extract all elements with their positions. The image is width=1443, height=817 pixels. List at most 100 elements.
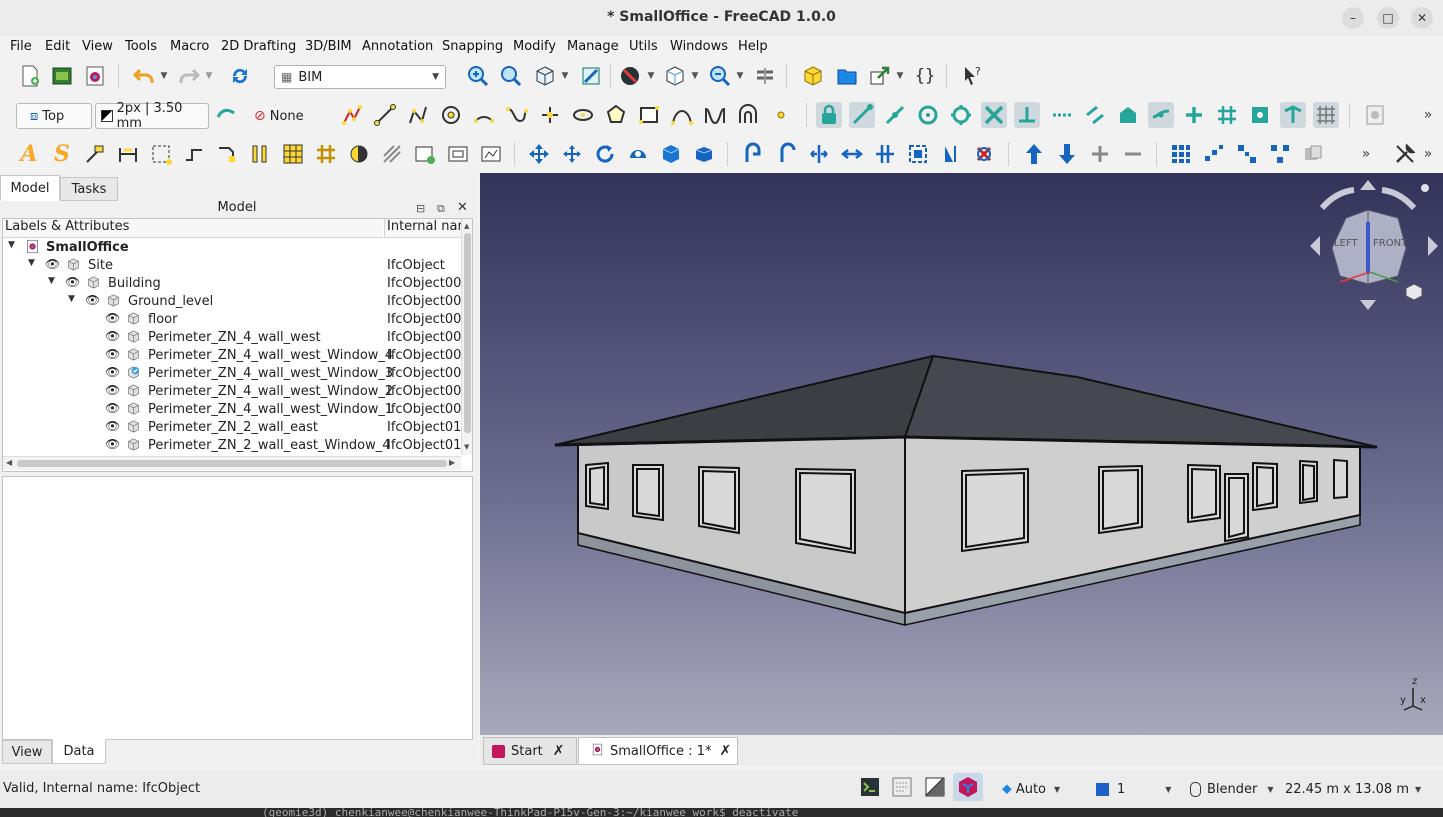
- snap-endpoint-button[interactable]: [849, 102, 875, 128]
- save-document-button[interactable]: [82, 63, 108, 89]
- text-button[interactable]: A: [16, 141, 42, 167]
- structure-grid-button[interactable]: [313, 141, 339, 167]
- tree-row-wall-east[interactable]: 👁 Perimeter_ZN_2_wall_east IfcObject010: [3, 419, 470, 437]
- 3d-viewport[interactable]: LEFT FRONT z y x: [480, 173, 1443, 735]
- isometric-view-button[interactable]: [532, 63, 558, 89]
- column-header-labels[interactable]: Labels & Attributes: [3, 219, 383, 238]
- hatch-button[interactable]: [181, 141, 207, 167]
- menu-file[interactable]: File: [10, 39, 32, 54]
- close-tab-icon[interactable]: ✗: [719, 743, 731, 759]
- bounding-box-button[interactable]: [662, 63, 688, 89]
- eye-visibility-icon[interactable]: 👁: [85, 293, 100, 307]
- tree-row-wall-east-window-4[interactable]: 👁 Perimeter_ZN_2_wall_east_Window_4 IfcO…: [3, 437, 470, 455]
- move-button[interactable]: [526, 141, 552, 167]
- tab-tasks[interactable]: Tasks: [60, 177, 118, 201]
- point-array-button[interactable]: [1234, 141, 1260, 167]
- path-array-button[interactable]: [1201, 141, 1227, 167]
- property-editor[interactable]: [2, 476, 473, 740]
- navcube-front-label[interactable]: FRONT: [1373, 238, 1407, 249]
- selection-view-button[interactable]: [923, 775, 947, 799]
- snap-dimensions-button[interactable]: [1280, 102, 1306, 128]
- tree-row-wall-west-window-4[interactable]: 👁 Perimeter_ZN_4_wall_west_Window_4 IfcO…: [3, 347, 470, 365]
- redo-button[interactable]: [176, 63, 202, 89]
- draw-wire-button[interactable]: [339, 102, 365, 128]
- workbench-selector[interactable]: ▦ BIM ▼: [274, 65, 446, 89]
- layer-none-button[interactable]: ⊘ None: [246, 103, 316, 129]
- snap-working-plane-button[interactable]: [1247, 102, 1273, 128]
- extrude-button[interactable]: [658, 141, 684, 167]
- snap-lock-button[interactable]: [816, 102, 842, 128]
- menu-help[interactable]: Help: [738, 39, 768, 54]
- offset-button[interactable]: [625, 141, 651, 167]
- expand-arrow-icon[interactable]: ▼: [68, 294, 75, 304]
- wall-button[interactable]: [247, 141, 273, 167]
- toolbar-overflow-button-2[interactable]: »: [1418, 141, 1438, 167]
- float-panel-button[interactable]: ⊟: [416, 202, 428, 215]
- undo-dropdown[interactable]: ▼: [157, 63, 171, 89]
- close-panel-button[interactable]: ✕: [457, 200, 471, 215]
- scrollbar-thumb[interactable]: [464, 233, 471, 433]
- working-plane-button[interactable]: ⧈ Top: [16, 103, 92, 129]
- undo-button[interactable]: [131, 63, 157, 89]
- draw-style-dropdown[interactable]: ▼: [644, 63, 658, 89]
- draw-polygon-button[interactable]: [603, 102, 629, 128]
- eye-visibility-icon[interactable]: 👁: [45, 257, 60, 271]
- trimex-button[interactable]: [740, 141, 766, 167]
- eye-visibility-icon[interactable]: 👁: [105, 419, 120, 433]
- eye-visibility-icon[interactable]: 👁: [105, 383, 120, 397]
- dimension-button[interactable]: [115, 141, 141, 167]
- draw-polyline-button[interactable]: [405, 102, 431, 128]
- tab-model[interactable]: Model: [0, 175, 60, 201]
- draw-cubic-bezier-button[interactable]: [702, 102, 728, 128]
- create-part-button[interactable]: [800, 63, 826, 89]
- zoom-dropdown[interactable]: ▼: [733, 63, 747, 89]
- tree-horizontal-scrollbar[interactable]: ◀ ▶: [3, 456, 461, 470]
- whats-this-button[interactable]: ?: [960, 63, 986, 89]
- shape-view-button[interactable]: [478, 141, 504, 167]
- scroll-right-icon[interactable]: ▶: [449, 458, 455, 467]
- doc-tab-smalloffice[interactable]: SmallOffice : 1* ✗: [578, 737, 738, 765]
- toolbar-overflow-button[interactable]: »: [1356, 141, 1376, 167]
- close-button[interactable]: ✕: [1411, 7, 1433, 29]
- menu-macro[interactable]: Macro: [170, 39, 209, 54]
- tab-property-data[interactable]: Data: [52, 739, 106, 764]
- curtain-wall-button[interactable]: [280, 141, 306, 167]
- layer-selector[interactable]: 1 ▼: [1096, 779, 1171, 799]
- undock-panel-button[interactable]: ⧉: [437, 202, 449, 215]
- utils-tools-button[interactable]: [1392, 141, 1418, 167]
- shapestring-button[interactable]: S: [49, 141, 75, 167]
- tree-row-wall-west-window-1[interactable]: 👁 Perimeter_ZN_4_wall_west_Window_1 IfcO…: [3, 401, 470, 419]
- mirror-button[interactable]: [938, 141, 964, 167]
- fit-all-button[interactable]: [465, 63, 491, 89]
- draw-bspline-button[interactable]: [504, 102, 530, 128]
- section-plane-button[interactable]: [346, 141, 372, 167]
- tree-row-smalloffice[interactable]: ▼ SmallOffice: [3, 239, 463, 257]
- label-button[interactable]: [82, 141, 108, 167]
- auto-group-button[interactable]: [213, 102, 239, 128]
- drawing-view-button[interactable]: [445, 141, 471, 167]
- polar-array-button[interactable]: [1267, 141, 1293, 167]
- material-button[interactable]: [379, 141, 405, 167]
- expand-arrow-icon[interactable]: ▼: [8, 240, 15, 250]
- measure-button[interactable]: [578, 63, 604, 89]
- draw-arc-button[interactable]: [471, 102, 497, 128]
- draw-circle-button[interactable]: [438, 102, 464, 128]
- tree-row-wall-west-window-2[interactable]: 👁 Perimeter_ZN_4_wall_west_Window_2 IfcO…: [3, 383, 470, 401]
- clone-button[interactable]: [691, 141, 717, 167]
- draw-line-button[interactable]: [372, 102, 398, 128]
- draw-rectangle-button[interactable]: [636, 102, 662, 128]
- eye-visibility-icon[interactable]: 👁: [65, 275, 80, 289]
- menu-snapping[interactable]: Snapping: [442, 39, 503, 54]
- new-document-button[interactable]: [17, 63, 43, 89]
- scale-button[interactable]: [905, 141, 931, 167]
- eye-visibility-icon[interactable]: 👁: [105, 365, 120, 379]
- snap-parallel-button[interactable]: [1082, 102, 1108, 128]
- eye-visibility-icon[interactable]: 👁: [105, 437, 120, 451]
- python-console-button[interactable]: [858, 775, 882, 799]
- annotation-style-button[interactable]: [214, 141, 240, 167]
- tab-property-view[interactable]: View: [2, 740, 52, 764]
- snap-ortho-button[interactable]: [1181, 102, 1207, 128]
- open-document-button[interactable]: [49, 63, 75, 89]
- eye-visibility-icon[interactable]: 👁: [105, 311, 120, 325]
- minimize-button[interactable]: –: [1342, 7, 1364, 29]
